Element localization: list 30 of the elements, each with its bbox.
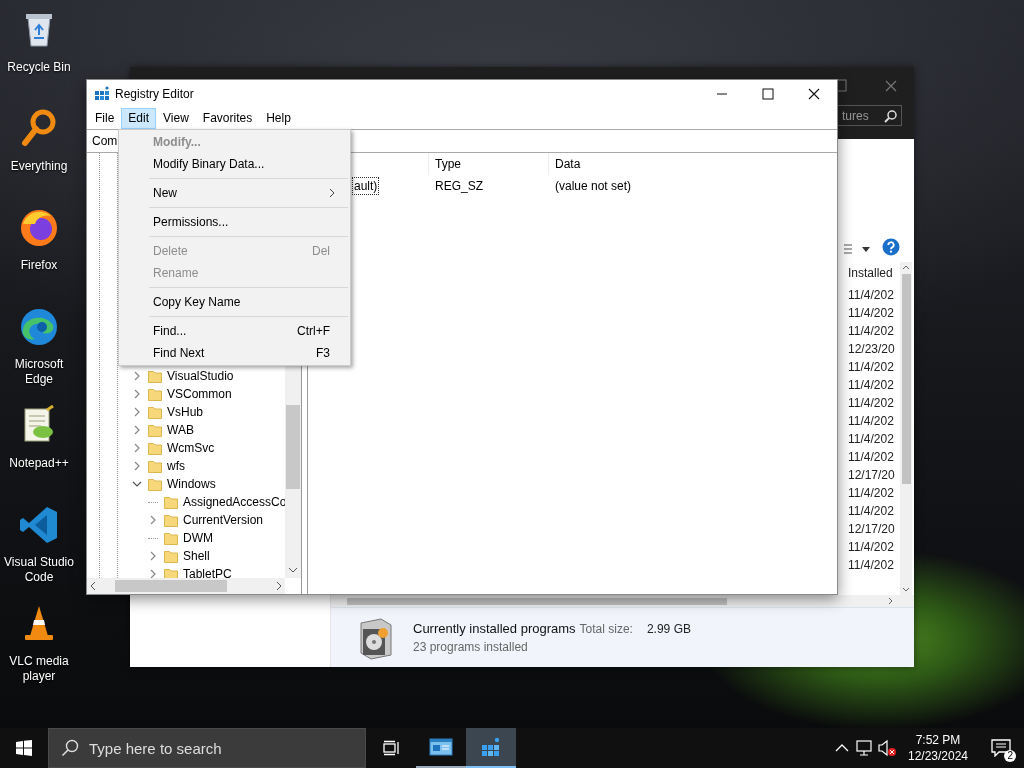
shortcut-label: Del (312, 244, 330, 258)
table-cell-text: 11/4/202 (847, 449, 895, 466)
table-cell-text: 12/23/20 (847, 341, 896, 358)
table-cell-text: 11/4/202 (847, 305, 895, 322)
table-cell-text: 11/4/202 (847, 539, 895, 556)
table-cell-text: 12/17/20 (847, 467, 896, 484)
window-title: Registry Editor (115, 87, 194, 101)
table-cell-text: 11/4/202 (847, 413, 895, 430)
address-text: Com (92, 134, 118, 148)
table-cell-text: 11/4/202 (847, 395, 895, 412)
table-cell-text: 11/4/202 (847, 287, 895, 304)
shortcut-label: F3 (316, 346, 330, 360)
table-cell-text: (value not set) (554, 179, 633, 193)
table-cell-text: 11/4/202 (847, 557, 895, 574)
details-title: Currently installed programs (413, 621, 576, 636)
size-value: 2.99 GB (646, 622, 691, 636)
table-cell-text: 11/4/202 (847, 485, 895, 502)
table-cell-text: 11/4/202 (847, 323, 895, 340)
table-cell-text: 11/4/202 (847, 503, 895, 520)
notification-count: 2 (1004, 750, 1016, 762)
table-cell-text: 12/17/20 (847, 521, 896, 538)
shortcut-label: Ctrl+F (297, 324, 330, 338)
program-count: 23 programs installed (413, 640, 529, 654)
size-label: Total size: (579, 622, 633, 636)
clock-date: 12/23/2024 (907, 748, 969, 764)
table-cell-text: 11/4/202 (847, 359, 895, 376)
table-cell-text: REG_SZ (434, 179, 484, 193)
table-cell-text: 11/4/202 (847, 431, 895, 448)
table-cell-text: 11/4/202 (847, 377, 895, 394)
clock-time: 7:52 PM (915, 732, 961, 748)
